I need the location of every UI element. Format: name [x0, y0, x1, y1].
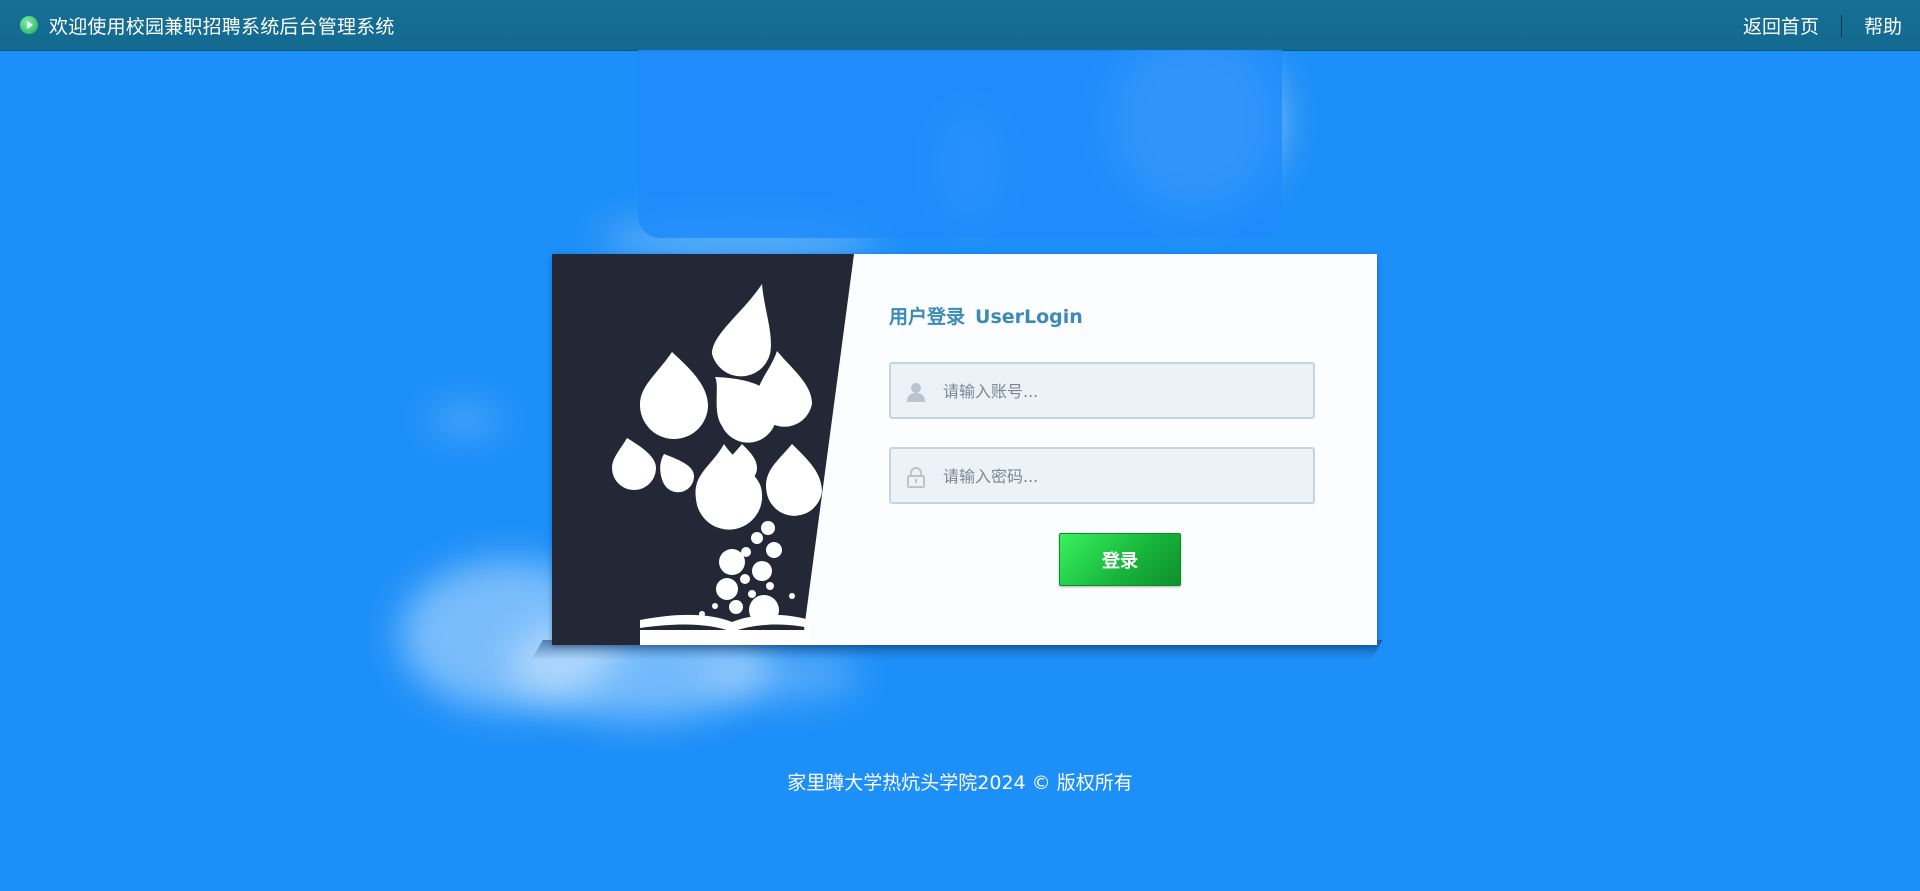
user-icon [907, 383, 925, 402]
tree-of-drops-illustration [612, 284, 822, 645]
top-nav: 返回首页 帮助 [1743, 12, 1902, 39]
account-field [889, 362, 1315, 419]
top-bar: 欢迎使用校园兼职招聘系统后台管理系统 返回首页 帮助 [0, 0, 1920, 51]
copyright-footer: 家里蹲大学热炕头学院2024 © 版权所有 [787, 772, 1133, 794]
password-field [889, 447, 1315, 504]
lock-icon [907, 467, 925, 488]
top-decor-card [638, 50, 1282, 238]
logo-icon [20, 16, 38, 34]
password-input[interactable] [941, 449, 1305, 504]
login-title: 用户登录 UserLogin [889, 302, 1083, 329]
login-button[interactable]: 登录 [1059, 533, 1181, 586]
login-title-en: UserLogin [975, 306, 1083, 328]
home-link[interactable]: 返回首页 [1743, 12, 1819, 39]
login-panel: 用户登录 UserLogin 登录 [552, 254, 1377, 645]
account-input[interactable] [941, 364, 1305, 419]
login-title-cn: 用户登录 [889, 306, 966, 328]
app-title: 欢迎使用校园兼职招聘系统后台管理系统 [49, 16, 395, 38]
nav-divider [1840, 14, 1842, 37]
help-link[interactable]: 帮助 [1864, 12, 1902, 39]
